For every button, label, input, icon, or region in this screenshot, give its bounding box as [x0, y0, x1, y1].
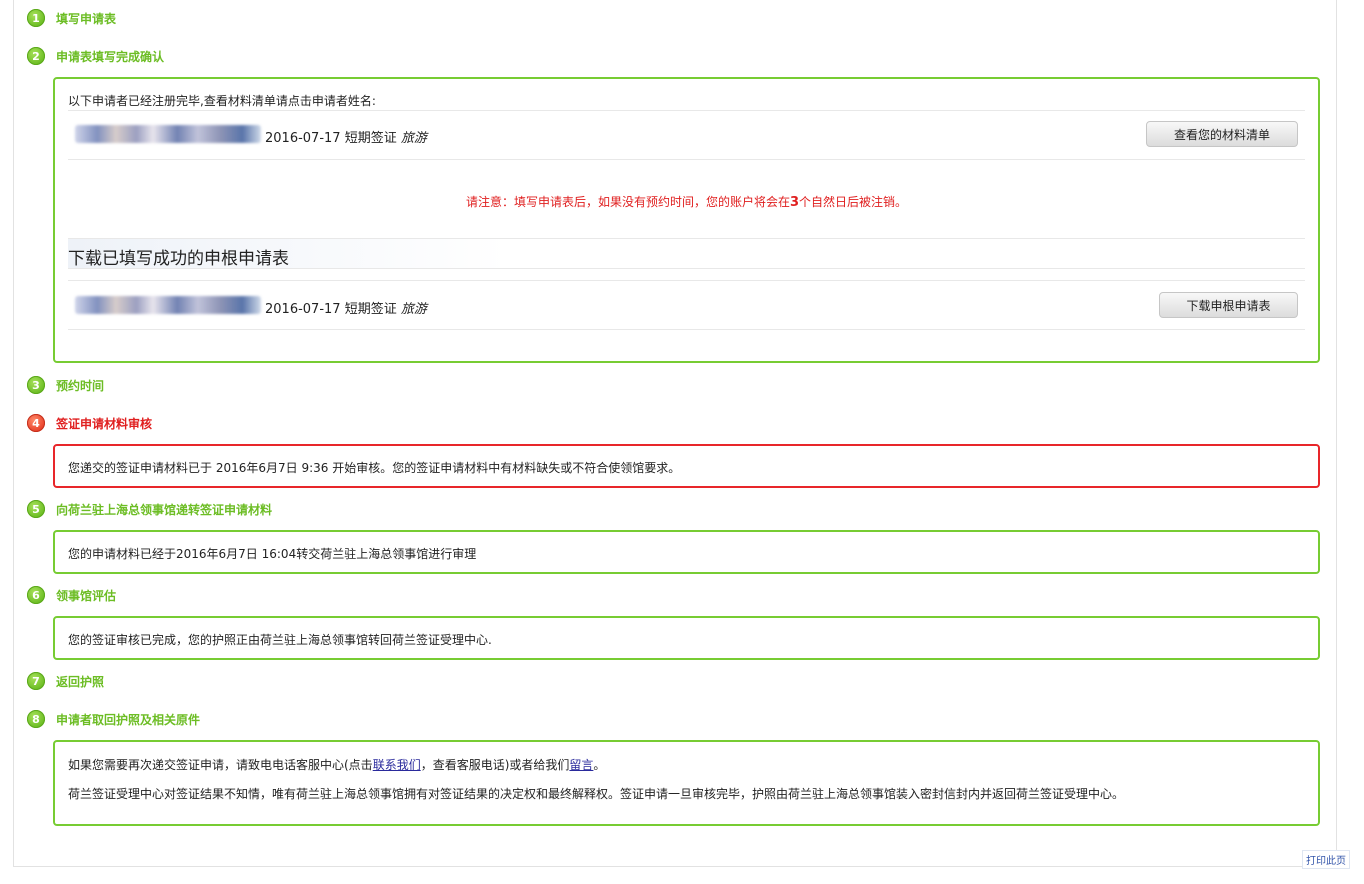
- step-title: 预约时间: [56, 378, 105, 393]
- final-text: 如果您需要再次递交签证申请，请致电电话客服中心(点击: [68, 758, 373, 772]
- step-4[interactable]: 4 签证申请材料审核: [27, 413, 152, 433]
- final-text: 。: [593, 758, 606, 772]
- step-title: 向荷兰驻上海总领事馆递转签证申请材料: [56, 502, 273, 517]
- record-purpose: 旅游: [400, 302, 427, 317]
- step-8[interactable]: 8 申请者取回护照及相关原件: [27, 709, 200, 729]
- divider: [68, 280, 1305, 281]
- step-3[interactable]: 3 预约时间: [27, 375, 104, 395]
- forward-message: 您的申请材料已经于2016年6月7日 16:04转交荷兰驻上海总领事馆进行审理: [68, 547, 477, 561]
- divider: [68, 110, 1305, 111]
- record-2-info: 2016-07-17 短期签证 旅游: [265, 298, 427, 317]
- leave-message-link[interactable]: 留言: [569, 758, 593, 772]
- step-number-badge: 7: [27, 672, 45, 690]
- applicant-name-redacted[interactable]: [75, 296, 261, 314]
- step-title: 申请表填写完成确认: [56, 49, 165, 64]
- step-number-badge: 4: [27, 414, 45, 432]
- step-5[interactable]: 5 向荷兰驻上海总领事馆递转签证申请材料: [27, 499, 272, 519]
- print-page-link[interactable]: 打印此页: [1302, 850, 1350, 869]
- divider: [68, 268, 1305, 269]
- divider: [68, 159, 1305, 160]
- divider: [68, 329, 1305, 330]
- step-number-badge: 8: [27, 710, 45, 728]
- notice-text-prefix: 请注意：填写申请表后，如果没有预约时间，您的账户将会在: [465, 195, 790, 209]
- step-title: 申请者取回护照及相关原件: [56, 712, 201, 727]
- final-paragraph-1: 如果您需要再次递交签证申请，请致电电话客服中心(点击联系我们，查看客服电话)或者…: [68, 756, 605, 773]
- review-message: 您递交的签证申请材料已于 2016年6月7日 9:36 开始审核。您的签证申请材…: [68, 461, 681, 475]
- record-date: 2016-07-17: [265, 302, 341, 317]
- final-paragraph-2: 荷兰签证受理中心对签证结果不知情，唯有荷兰驻上海总领事馆拥有对签证结果的决定权和…: [68, 787, 1125, 801]
- account-notice: 请注意：填写申请表后，如果没有预约时间，您的账户将会在3个自然日后被注销。: [55, 193, 1318, 210]
- record-purpose: 旅游: [400, 131, 427, 146]
- consulate-message: 您的签证审核已完成，您的护照正由荷兰驻上海总领事馆转回荷兰签证受理中心.: [68, 633, 492, 647]
- record-visa-type: 短期签证: [344, 302, 397, 317]
- step-2[interactable]: 2 申请表填写完成确认: [27, 46, 164, 66]
- view-materials-button[interactable]: 查看您的材料清单: [1146, 121, 1298, 147]
- step-6[interactable]: 6 领事馆评估: [27, 585, 116, 605]
- review-panel: 您递交的签证申请材料已于 2016年6月7日 9:36 开始审核。您的签证申请材…: [53, 444, 1320, 488]
- record-visa-type: 短期签证: [344, 131, 397, 146]
- contact-us-link[interactable]: 联系我们: [373, 758, 421, 772]
- step-number-badge: 5: [27, 500, 45, 518]
- step-number-badge: 1: [27, 9, 45, 27]
- record-1-info: 2016-07-17 短期签证 旅游: [265, 127, 427, 146]
- confirm-panel: 以下申请者已经注册完毕,查看材料清单请点击申请者姓名: 2016-07-17 短…: [53, 77, 1320, 363]
- step-number-badge: 3: [27, 376, 45, 394]
- step-number-badge: 2: [27, 47, 45, 65]
- step-title: 填写申请表: [56, 11, 117, 26]
- final-text: ，查看客服电话)或者给我们: [420, 758, 570, 772]
- forward-panel: 您的申请材料已经于2016年6月7日 16:04转交荷兰驻上海总领事馆进行审理: [53, 530, 1320, 574]
- consulate-panel: 您的签证审核已完成，您的护照正由荷兰驻上海总领事馆转回荷兰签证受理中心.: [53, 616, 1320, 660]
- final-panel: 如果您需要再次递交签证申请，请致电电话客服中心(点击联系我们，查看客服电话)或者…: [53, 740, 1320, 826]
- step-title: 签证申请材料审核: [56, 416, 153, 431]
- notice-days: 3: [789, 195, 800, 210]
- download-form-button[interactable]: 下载申根申请表: [1159, 292, 1298, 318]
- step-7[interactable]: 7 返回护照: [27, 671, 104, 691]
- download-heading: 下载已填写成功的申根申请表: [68, 249, 289, 269]
- record-date: 2016-07-17: [265, 131, 341, 146]
- applicant-name-redacted[interactable]: [75, 125, 261, 143]
- step-number-badge: 6: [27, 586, 45, 604]
- step-1[interactable]: 1 填写申请表: [27, 8, 116, 28]
- notice-text-suffix: 个自然日后被注销。: [799, 195, 908, 209]
- step-title: 领事馆评估: [56, 588, 117, 603]
- confirm-intro: 以下申请者已经注册完毕,查看材料清单请点击申请者姓名:: [68, 94, 376, 108]
- step-title: 返回护照: [56, 674, 105, 689]
